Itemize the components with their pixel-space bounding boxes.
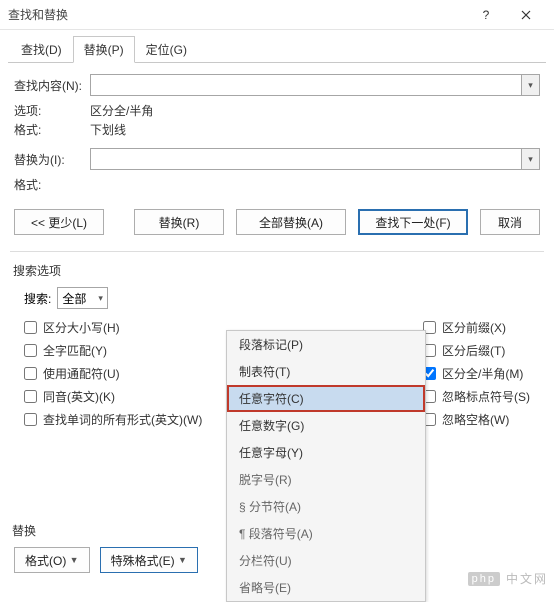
tab-replace[interactable]: 替换(P) [73,36,135,63]
menu-item-3[interactable]: 任意数字(G) [227,412,425,439]
checkbox-label: 区分前缀(X) [442,319,506,336]
menu-item-0[interactable]: 段落标记(P) [227,331,425,358]
format2-label: 格式: [14,176,64,193]
special-format-button[interactable]: 特殊格式(E) ▼ [100,547,198,573]
search-direction-label: 搜索: [24,290,51,307]
replace-input[interactable] [90,148,522,170]
replace-dropdown-button[interactable]: ▾ [522,148,540,170]
menu-item-4[interactable]: 任意字母(Y) [227,439,425,466]
replace-button[interactable]: 替换(R) [134,209,224,235]
checkbox-left-3[interactable]: 同音(英文)(K) [24,388,202,405]
checkbox-label: 区分全/半角(M) [442,365,523,382]
checkbox-input[interactable] [24,390,37,403]
checkbox-right-1[interactable]: 区分后缀(T) [423,342,530,359]
checkbox-label: 使用通配符(U) [43,365,120,382]
help-button[interactable]: ? [466,1,506,29]
close-icon [521,10,531,20]
watermark: php 中文网 [468,570,548,587]
search-direction-value: 全部 [62,290,86,307]
checkbox-label: 区分大小写(H) [43,319,120,336]
less-button[interactable]: << 更少(L) [14,209,104,235]
search-options-title: 搜索选项 [13,262,544,279]
checkbox-right-4[interactable]: 忽略空格(W) [423,411,530,428]
checkbox-col-left: 区分大小写(H) 全字匹配(Y) 使用通配符(U) 同音(英文)(K) 查找单词的所有形… [10,315,202,428]
checkbox-left-1[interactable]: 全字匹配(Y) [24,342,202,359]
checkbox-left-4[interactable]: 查找单词的所有形式(英文)(W) [24,411,202,428]
format-label: 格式: [14,121,64,138]
watermark-text: 中文网 [506,570,548,587]
cancel-button[interactable]: 取消 [480,209,540,235]
divider [10,251,544,252]
bottom-section: 替换 格式(O) ▼ 特殊格式(E) ▼ [0,522,554,573]
dialog-tabs: 查找(D) 替换(P) 定位(G) [0,30,554,63]
checkbox-label: 全字匹配(Y) [43,342,107,359]
find-next-button[interactable]: 查找下一处(F) [358,209,468,235]
replace-all-button[interactable]: 全部替换(A) [236,209,346,235]
format-value: 下划线 [90,121,126,138]
options-label: 选项: [14,102,64,119]
checkbox-right-3[interactable]: 忽略标点符号(S) [423,388,530,405]
find-dropdown-button[interactable]: ▾ [522,74,540,96]
checkbox-right-0[interactable]: 区分前缀(X) [423,319,530,336]
chevron-down-icon: ▾ [98,293,103,304]
form-area: 查找内容(N): ▾ 选项: 区分全/半角 格式: 下划线 替换为(I): ▾ … [0,64,554,201]
find-input[interactable] [90,74,522,96]
php-logo: php [468,572,500,586]
checkbox-input[interactable] [24,321,37,334]
checkbox-label: 同音(英文)(K) [43,388,115,405]
bottom-label: 替换 [12,522,540,539]
checkbox-col-right: 区分前缀(X) 区分后缀(T) 区分全/半角(M) 忽略标点符号(S) 忽略空格(W) [409,315,544,428]
menu-item-5: 脱字号(R) [227,466,425,493]
checkbox-input[interactable] [24,367,37,380]
chevron-down-icon: ▼ [70,555,79,565]
checkbox-label: 区分后缀(T) [442,342,505,359]
window-title: 查找和替换 [8,6,466,23]
checkbox-input[interactable] [24,413,37,426]
checkbox-label: 查找单词的所有形式(英文)(W) [43,411,202,428]
checkbox-label: 忽略标点符号(S) [442,388,530,405]
tab-find[interactable]: 查找(D) [10,36,73,63]
find-label: 查找内容(N): [14,77,90,94]
replace-input-wrap: ▾ [90,148,540,170]
menu-item-2[interactable]: 任意字符(C) [227,385,425,412]
replace-label: 替换为(I): [14,151,90,168]
checkbox-left-0[interactable]: 区分大小写(H) [24,319,202,336]
chevron-down-icon: ▾ [528,80,533,91]
titlebar: 查找和替换 ? [0,0,554,30]
checkbox-input[interactable] [24,344,37,357]
button-bar: << 更少(L) 替换(R) 全部替换(A) 查找下一处(F) 取消 [0,201,554,243]
tab-goto[interactable]: 定位(G) [135,36,198,63]
menu-item-6: § 分节符(A) [227,493,425,520]
options-value: 区分全/半角 [90,102,153,119]
search-direction-select[interactable]: 全部 ▾ [57,287,108,309]
checkbox-label: 忽略空格(W) [442,411,509,428]
chevron-down-icon: ▾ [528,154,533,165]
chevron-down-icon: ▼ [178,555,187,565]
checkbox-left-2[interactable]: 使用通配符(U) [24,365,202,382]
menu-item-9: 省略号(E) [227,574,425,601]
format-button[interactable]: 格式(O) ▼ [14,547,90,573]
checkbox-right-2[interactable]: 区分全/半角(M) [423,365,530,382]
menu-item-1[interactable]: 制表符(T) [227,358,425,385]
find-input-wrap: ▾ [90,74,540,96]
close-button[interactable] [506,1,546,29]
